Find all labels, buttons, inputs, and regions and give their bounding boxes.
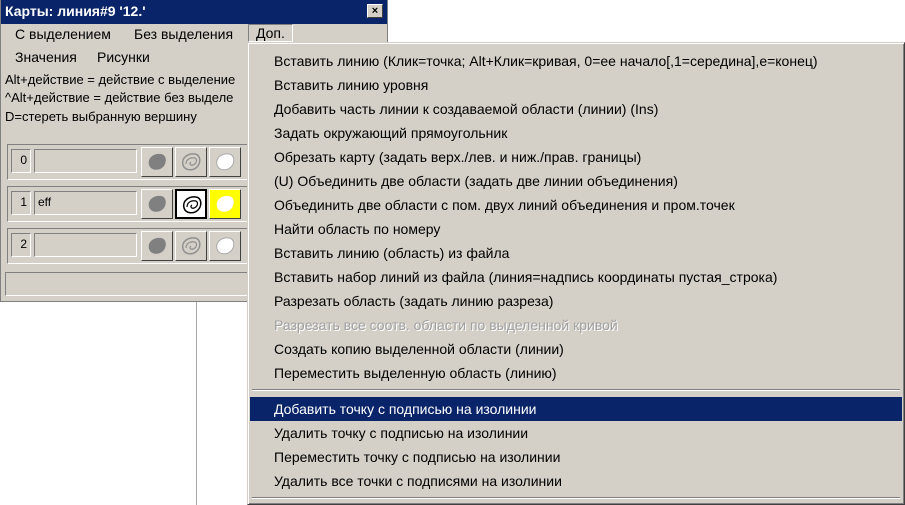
filled-shape-icon	[148, 195, 166, 212]
menu-separator	[252, 497, 900, 499]
window-title: Карты: линия#9 '12.'	[5, 3, 146, 19]
fill-shape-button[interactable]	[141, 231, 173, 261]
additional-popup-menu: Вставить линию (Клик=точка; Alt+Клик=кри…	[247, 42, 905, 505]
background-divider-line	[196, 300, 197, 505]
fill-shape-button[interactable]	[141, 147, 173, 177]
white-shape-icon	[216, 237, 235, 255]
outline-shape-button[interactable]	[175, 231, 207, 261]
slot-name-field[interactable]	[34, 149, 137, 173]
white-shape-button[interactable]	[209, 231, 241, 261]
menu-item-cut-area[interactable]: Разрезать область (задать линию разреза)	[250, 289, 902, 313]
menu-item-cut-all-areas: Разрезать все соотв. области по выделенн…	[274, 317, 618, 333]
hint-line-3: D=стереть выбранную вершину	[5, 109, 197, 124]
outline-shape-icon	[182, 196, 202, 214]
menu-without-selection[interactable]: Без выделения	[134, 26, 233, 42]
menu-pictures[interactable]: Рисунки	[97, 49, 150, 65]
menu-item-copy-area[interactable]: Создать копию выделенной области (линии)	[250, 337, 902, 361]
menu-item-find-area[interactable]: Найти область по номеру	[250, 217, 902, 241]
white-shape-icon	[216, 195, 234, 212]
fill-shape-button[interactable]	[141, 189, 173, 219]
menu-item-insert-line-from-file[interactable]: Вставить линию (область) из файла	[250, 241, 902, 265]
menu-values[interactable]: Значения	[15, 49, 77, 65]
menu-item-insert-level-line[interactable]: Вставить линию уровня	[250, 73, 902, 97]
menu-item-insert-lines-set[interactable]: Вставить набор линий из файла (линия=над…	[250, 265, 902, 289]
menu-item-bounding-rect[interactable]: Задать окружающий прямоугольник	[250, 121, 902, 145]
menu-with-selection[interactable]: С выделением	[15, 26, 111, 42]
menu-separator	[252, 389, 900, 391]
white-shape-icon	[216, 153, 235, 171]
outline-shape-icon	[181, 237, 201, 255]
close-button[interactable]: ×	[367, 4, 383, 18]
menu-item-insert-line[interactable]: Вставить линию (Клик=точка; Alt+Клик=кри…	[250, 49, 902, 73]
outline-shape-button-selected[interactable]	[175, 189, 207, 219]
hint-line-1: Alt+действие = действие с выделение	[5, 72, 236, 87]
menu-item-move-area[interactable]: Переместить выделенную область (линию)	[250, 361, 902, 385]
menu-item-crop-map[interactable]: Обрезать карту (задать верх./лев. и ниж.…	[250, 145, 902, 169]
slot-name-field[interactable]	[34, 233, 137, 257]
menu-item-merge-two-areas[interactable]: (U) Объединить две области (задать две л…	[250, 169, 902, 193]
menu-item-add-label-point[interactable]: Добавить точку с подписью на изолинии	[250, 397, 902, 421]
menu-item-add-line-part[interactable]: Добавить часть линии к создаваемой облас…	[250, 97, 902, 121]
slot-name-field[interactable]: eff	[34, 191, 137, 215]
menu-item-move-label-point[interactable]: Переместить точку с подписью на изолинии	[250, 445, 902, 469]
filled-shape-icon	[148, 153, 166, 170]
outline-shape-button[interactable]	[175, 147, 207, 177]
white-shape-button[interactable]	[209, 147, 241, 177]
menu-additional[interactable]: Доп.	[248, 24, 293, 42]
hint-line-2: ^Alt+действие = действие без выделе	[5, 90, 234, 105]
title-bar[interactable]: Карты: линия#9 '12.' ×	[1, 0, 387, 24]
menu-item-merge-areas-points[interactable]: Объединить две области с пом. двух линий…	[250, 193, 902, 217]
filled-shape-icon	[148, 237, 166, 254]
menu-item-delete-label-point[interactable]: Удалить точку с подписью на изолинии	[250, 421, 902, 445]
outline-shape-icon	[181, 153, 201, 171]
slot-number: 1	[11, 191, 31, 215]
slot-number: 2	[11, 233, 31, 257]
yellow-shape-button[interactable]	[209, 189, 241, 219]
slot-number: 0	[11, 149, 31, 173]
menu-item-delete-all-label-points[interactable]: Удалить все точки с подписями на изолини…	[250, 469, 902, 493]
